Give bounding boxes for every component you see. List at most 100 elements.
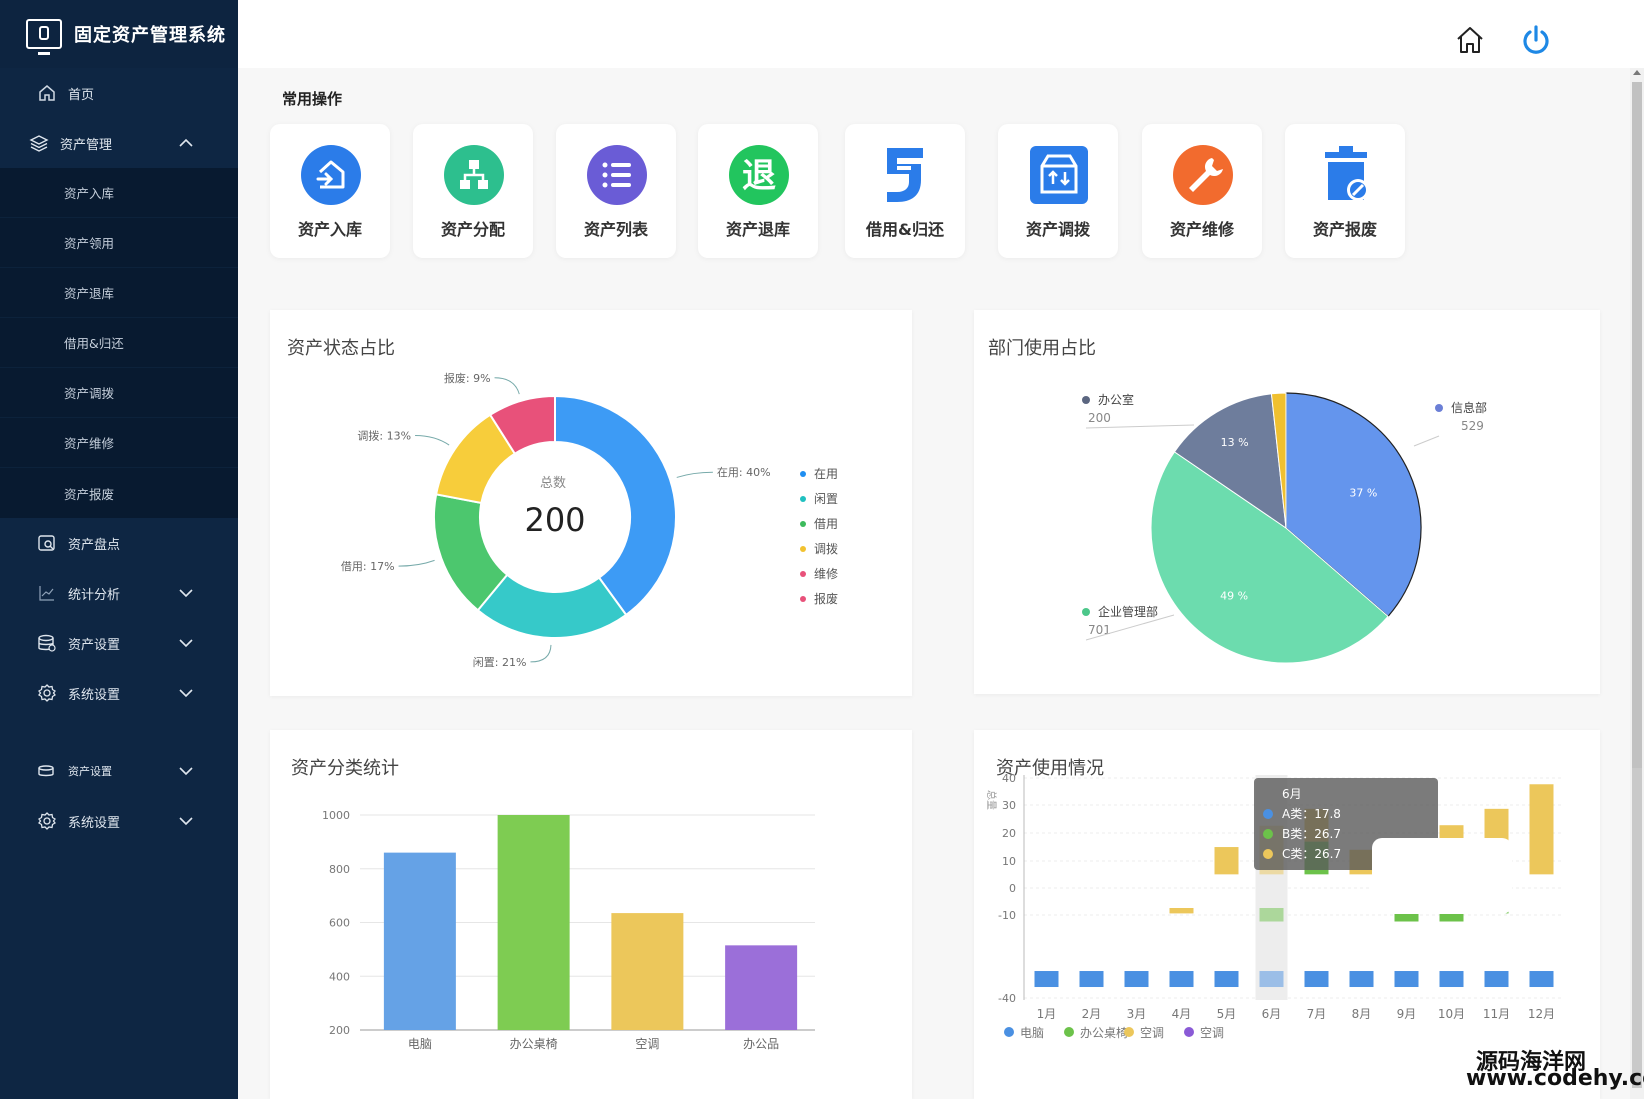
op-asset-transfer[interactable]: 资产调拨 bbox=[998, 124, 1118, 258]
series-bar-computer bbox=[1484, 971, 1509, 988]
y-tick-label: 0 bbox=[1009, 882, 1016, 895]
sub-item-label: 资产领用 bbox=[64, 236, 115, 251]
usage-legend-label: 空调 bbox=[1200, 1026, 1224, 1040]
sub-item-label: 资产退库 bbox=[64, 286, 115, 301]
pie-legend-name: 办公室 bbox=[1098, 392, 1134, 407]
layers-icon bbox=[28, 132, 50, 154]
sub-item-asset-repair[interactable]: 资产维修 bbox=[0, 418, 238, 468]
op-asset-in[interactable]: 资产入库 bbox=[270, 124, 390, 258]
pie-legend-name: 信息部 bbox=[1451, 400, 1487, 415]
x-tick-label: 电脑 bbox=[408, 1037, 432, 1051]
donut-label-line bbox=[676, 471, 713, 478]
series-bar-computer bbox=[1394, 971, 1419, 988]
legend-item[interactable]: 在用 bbox=[800, 465, 838, 482]
nav-asset-management[interactable]: 资产管理 bbox=[0, 118, 238, 168]
op-borrow-return[interactable]: 借用&归还 bbox=[845, 124, 965, 258]
asset-status-panel: 资产状态占比 总数 200 在用: 40% 闲置: 21% 借用: 17% 调拨: 13%… bbox=[270, 310, 912, 696]
series-bar bbox=[1169, 908, 1194, 914]
legend-label: 在用 bbox=[814, 467, 839, 481]
scroll-thumb[interactable] bbox=[1632, 82, 1642, 772]
x-tick-label: 办公品 bbox=[743, 1036, 779, 1051]
sidebar: 固定资产管理系统 首页 资产管理 资产入库 资产领用 资产退库 借用&归还 资产… bbox=[0, 0, 238, 1099]
op-asset-allocate[interactable]: 资产分配 bbox=[413, 124, 533, 258]
op-asset-scrap[interactable]: 资产报废 bbox=[1285, 124, 1405, 258]
legend-item[interactable]: 借用 bbox=[800, 515, 838, 532]
sub-item-asset-transfer[interactable]: 资产调拨 bbox=[0, 368, 238, 418]
pie-percent-label: 49 % bbox=[1220, 589, 1248, 602]
pie-percent-label: 37 % bbox=[1349, 487, 1377, 500]
inventory-search-icon bbox=[36, 532, 58, 554]
pie-leader-line bbox=[1085, 424, 1195, 429]
op-asset-list[interactable]: 资产列表 bbox=[556, 124, 676, 258]
op-asset-return[interactable]: 退 资产退库 bbox=[698, 124, 818, 258]
pie-legend-dot bbox=[1435, 404, 1443, 412]
category-bar-chart: 200 400 600 800 1000 电脑 办公桌椅 空调 办公品 bbox=[322, 809, 815, 1051]
asset-repair-icon bbox=[1173, 145, 1233, 205]
asset-allocate-icon bbox=[444, 145, 504, 205]
nav-system-settings-2-label: 系统设置 bbox=[68, 815, 121, 831]
nav-asset-settings-label: 资产设置 bbox=[68, 637, 121, 653]
asset-category-panel: 资产分类统计 200 400 600 800 1000 电脑 办公桌椅 空调 办公品 bbox=[270, 730, 912, 1099]
legend-item[interactable]: 维修 bbox=[800, 565, 838, 582]
donut-slice-label: 调拨: 13% bbox=[357, 428, 411, 442]
donut-slice-label: 报废: 9% bbox=[444, 371, 491, 385]
pie-legend-dot bbox=[1082, 396, 1090, 404]
nav-system-settings[interactable]: 系统设置 bbox=[0, 668, 238, 718]
sub-item-asset-in[interactable]: 资产入库 bbox=[0, 168, 238, 218]
tooltip-row: C类：26.7 bbox=[1282, 847, 1341, 861]
x-tick-label: 9月 bbox=[1397, 1007, 1417, 1021]
nav-asset-settings-2[interactable]: 资产设置 bbox=[0, 746, 238, 796]
chevron-down-icon bbox=[179, 817, 193, 826]
department-pie-chart: 37 % 49 % 13 % 信息部 529 企业管理部 701 办公室 200 bbox=[1082, 392, 1487, 664]
y-tick-label: 600 bbox=[329, 917, 350, 930]
op-label: 资产报废 bbox=[1312, 220, 1377, 239]
legend-dot bbox=[800, 595, 806, 602]
sub-item-borrow-return[interactable]: 借用&归还 bbox=[0, 318, 238, 368]
donut-label-line bbox=[398, 559, 435, 567]
top-header bbox=[238, 0, 1644, 68]
nav-statistics[interactable]: 统计分析 bbox=[0, 568, 238, 618]
page-scrollbar[interactable] bbox=[1630, 68, 1644, 1099]
nav-asset-management-label: 资产管理 bbox=[60, 137, 113, 153]
series-bar-computer bbox=[1034, 971, 1059, 988]
pie-legend-dot bbox=[1082, 608, 1090, 616]
donut-center-label: 总数 bbox=[540, 476, 566, 491]
donut-center-value: 200 bbox=[524, 501, 585, 539]
tooltip-dot bbox=[1263, 829, 1273, 839]
legend-dot bbox=[800, 570, 806, 577]
sub-item-asset-receive[interactable]: 资产领用 bbox=[0, 218, 238, 268]
legend-item[interactable]: 报废 bbox=[800, 590, 838, 607]
database-icon bbox=[36, 632, 58, 654]
nav-inventory[interactable]: 资产盘点 bbox=[0, 518, 238, 568]
nav-home[interactable]: 首页 bbox=[0, 68, 238, 118]
legend-item[interactable]: 闲置 bbox=[800, 490, 838, 507]
usage-legend-dot bbox=[1184, 1027, 1194, 1037]
power-icon[interactable] bbox=[1520, 24, 1552, 56]
home-icon[interactable] bbox=[1455, 25, 1485, 55]
asset-scrap-icon bbox=[1325, 146, 1369, 201]
op-label: 资产调拨 bbox=[1025, 220, 1090, 239]
sub-item-asset-scrap[interactable]: 资产报废 bbox=[0, 468, 238, 518]
legend-dot bbox=[800, 520, 806, 527]
scroll-up-arrow[interactable] bbox=[1633, 70, 1641, 75]
app-logo: 固定资产管理系统 bbox=[0, 0, 238, 68]
series-bar-computer bbox=[1304, 971, 1329, 988]
series-bar bbox=[1259, 908, 1284, 922]
op-label: 资产分配 bbox=[440, 220, 505, 239]
series-bar-computer bbox=[1214, 971, 1239, 988]
tooltip-dot bbox=[1263, 809, 1273, 819]
sub-item-asset-return[interactable]: 资产退库 bbox=[0, 268, 238, 318]
pie-legend-value: 200 bbox=[1088, 411, 1111, 425]
op-asset-repair[interactable]: 资产维修 bbox=[1142, 124, 1262, 258]
nav-asset-settings[interactable]: 资产设置 bbox=[0, 618, 238, 668]
series-bar-computer bbox=[1124, 971, 1149, 988]
nav-system-settings-2[interactable]: 系统设置 bbox=[0, 796, 238, 846]
y-tick-label: 1000 bbox=[322, 809, 350, 822]
asset-list-icon bbox=[587, 145, 647, 205]
chevron-down-icon bbox=[179, 639, 193, 648]
legend-item[interactable]: 调拨 bbox=[800, 540, 838, 557]
usage-legend-dot bbox=[1064, 1027, 1074, 1037]
tooltip-row: B类：26.7 bbox=[1282, 827, 1341, 841]
x-tick-label: 10月 bbox=[1438, 1007, 1465, 1021]
scroll-thumb-lower[interactable] bbox=[1632, 768, 1642, 1088]
